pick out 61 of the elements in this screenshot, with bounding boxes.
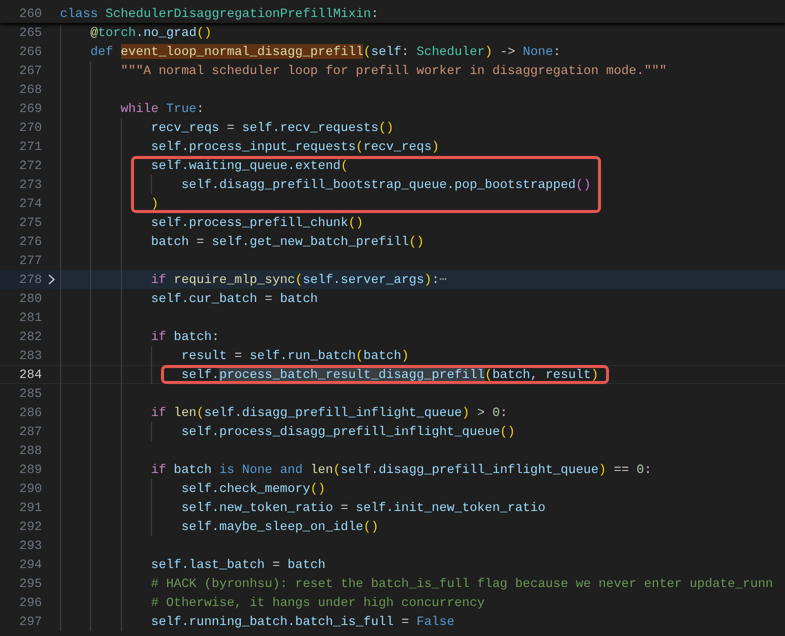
code-line: ) — [150, 195, 159, 213]
line-number: 273 — [18, 176, 42, 194]
code-line: self.waiting_queue.extend( — [150, 157, 348, 175]
code-line: recv_reqs = self.recv_requests() — [150, 119, 394, 137]
line-number: 285 — [18, 385, 42, 403]
code-line: if require_mlp_sync(self.server_args):⋯ — [150, 271, 447, 289]
code-line: """A normal scheduler loop for prefill worker in disaggregation mode.""" — [120, 62, 667, 80]
code-line: # Otherwise, it hangs under high concurrency — [150, 594, 485, 612]
code-line: if len(self.disagg_prefill_inflight_queue) > 0: — [150, 404, 508, 422]
line-number: 272 — [18, 157, 42, 175]
code-line: class SchedulerDisaggregationPrefillMixin: — [60, 5, 379, 23]
code-line: batch = self.get_new_batch_prefill() — [150, 233, 424, 251]
line-number: 297 — [18, 613, 42, 631]
line-number: 284 — [18, 366, 42, 384]
code-line: self.cur_batch = batch — [150, 290, 318, 308]
line-number: 296 — [18, 594, 42, 612]
code-line: self.new_token_ratio = self.init_new_token_ratio — [181, 499, 546, 517]
line-number: 276 — [18, 233, 42, 251]
line-number: 260 — [18, 5, 42, 23]
code-line: self.process_prefill_chunk() — [150, 214, 364, 232]
line-number: 295 — [18, 575, 42, 593]
line-number: 292 — [18, 518, 42, 536]
line-number: 294 — [18, 556, 42, 574]
line-number: 289 — [18, 461, 42, 479]
line-number: 275 — [18, 214, 42, 232]
code-line: self.process_input_requests(recv_reqs) — [150, 138, 440, 156]
code-line: while True: — [120, 100, 204, 118]
line-number: 288 — [18, 442, 42, 460]
code-line: # HACK (byronhsu): reset the batch_is_full flag because we never enter update_runn — [150, 575, 774, 593]
code-line: if batch: — [150, 328, 220, 346]
code-line: self.check_memory() — [181, 480, 326, 498]
line-number: 282 — [18, 328, 42, 346]
line-number: 265 — [18, 24, 42, 42]
line-number: 286 — [18, 404, 42, 422]
line-number: 270 — [18, 119, 42, 137]
code-line: self.process_disagg_prefill_inflight_queue() — [181, 423, 516, 441]
code-line: result = self.run_batch(batch) — [181, 347, 409, 365]
line-number: 266 — [18, 43, 42, 61]
chevron-right-icon[interactable] — [48, 274, 54, 285]
line-number: 291 — [18, 499, 42, 517]
line-number: 281 — [18, 309, 42, 327]
code-line: def event_loop_normal_disagg_prefill(self: Scheduler) -> None: — [90, 43, 561, 61]
line-number: 280 — [18, 290, 42, 308]
line-number: 283 — [18, 347, 42, 365]
line-number: 271 — [18, 138, 42, 156]
code-line: self.maybe_sleep_on_idle() — [181, 518, 379, 536]
line-number: 269 — [18, 100, 42, 118]
line-number: 277 — [18, 252, 42, 270]
line-number: 268 — [18, 81, 42, 99]
line-number: 274 — [18, 195, 42, 213]
line-number: 293 — [18, 537, 42, 555]
line-number: 287 — [18, 423, 42, 441]
line-number: 278 — [18, 271, 42, 289]
line-number: 267 — [18, 62, 42, 80]
line-number: 290 — [18, 480, 42, 498]
code-line: self.running_batch.batch_is_full = False — [150, 613, 454, 631]
code-line: self.disagg_prefill_bootstrap_queue.pop_bootstrapped() — [181, 176, 591, 194]
code-line: self.process_batch_result_disagg_prefill(batch, result) — [181, 366, 599, 384]
code-line: if batch is None and len(self.disagg_prefill_inflight_queue) == 0: — [150, 461, 652, 479]
code-line: @torch.no_grad() — [90, 24, 212, 42]
code-line: self.last_batch = batch — [150, 556, 326, 574]
